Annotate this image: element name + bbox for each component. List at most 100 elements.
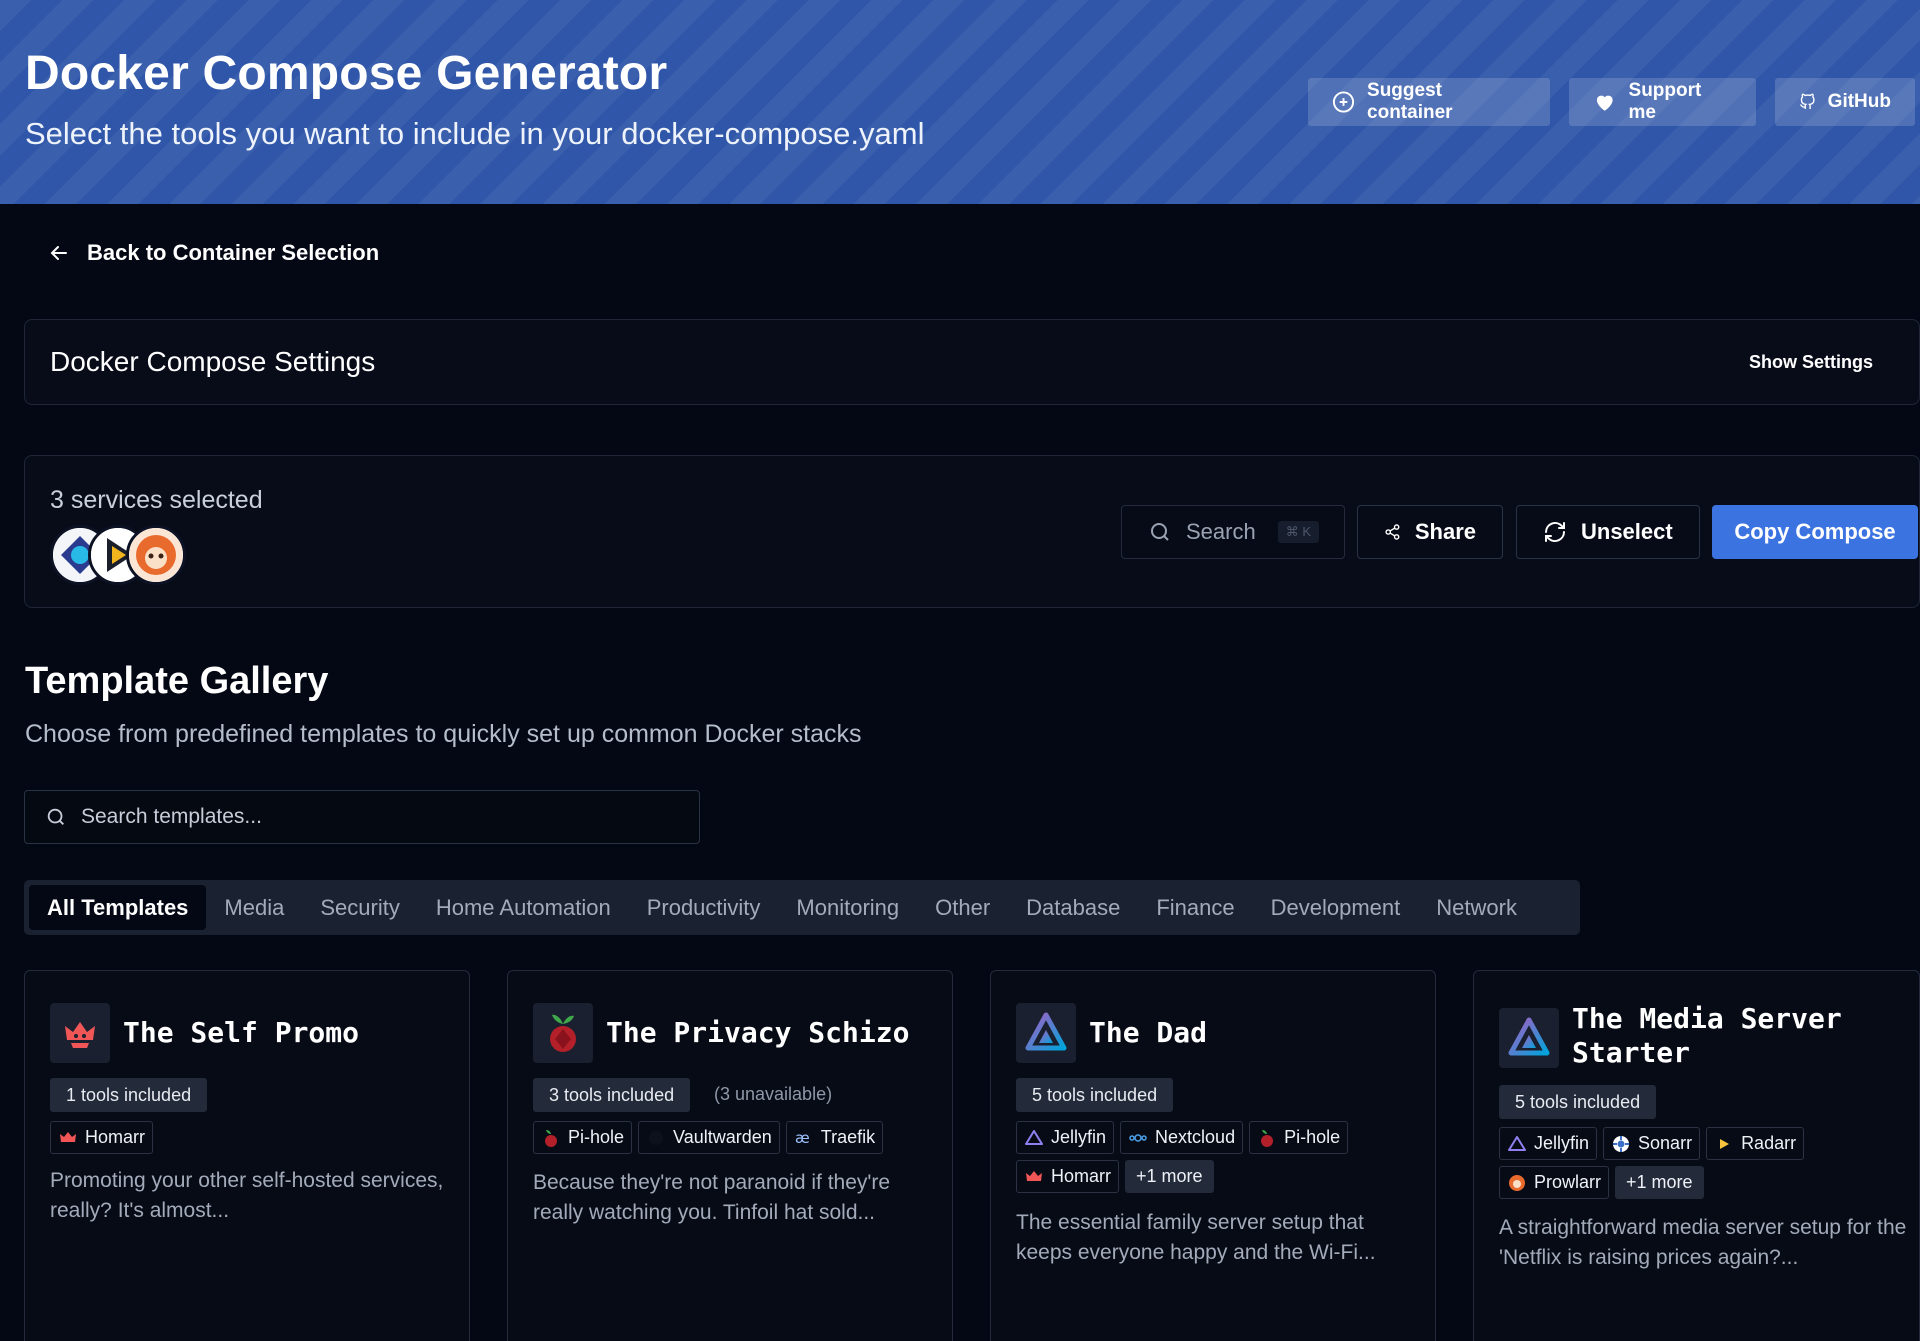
card-tools: Jellyfin Sonarr Radarr Prowlarr +1 more	[1499, 1127, 1909, 1199]
tab-finance[interactable]: Finance	[1138, 885, 1252, 930]
pihole-icon	[545, 1129, 557, 1147]
card-description: Promoting your other self-hosted service…	[50, 1169, 444, 1222]
support-me-button[interactable]: Support me	[1569, 78, 1756, 126]
tab-database[interactable]: Database	[1008, 885, 1138, 930]
selected-avatars	[50, 525, 190, 585]
search-label: Search	[1186, 519, 1256, 544]
card-icon	[1499, 1008, 1559, 1068]
vaultwarden-icon	[649, 1130, 664, 1145]
share-label: Share	[1414, 519, 1476, 544]
services-search-button[interactable]: Search ⌘ K	[1121, 505, 1345, 559]
show-settings-button[interactable]: Show Settings	[1749, 352, 1873, 373]
tab-other[interactable]: Other	[917, 885, 1008, 930]
tab-home-automation[interactable]: Home Automation	[418, 885, 629, 930]
template-card-self-promo[interactable]: The Self Promo 1 tools included Homarr P…	[24, 970, 470, 1341]
plus-circle-icon	[1332, 91, 1355, 113]
template-card-the-dad[interactable]: The Dad 5 tools included Jellyfin Nextcl…	[990, 970, 1436, 1341]
copy-compose-button[interactable]: Copy Compose	[1712, 505, 1918, 559]
tool-chip-pihole: Pi-hole	[533, 1121, 633, 1154]
tool-name: Prowlarr	[1534, 1172, 1602, 1192]
card-title: The Self Promo	[123, 1016, 360, 1049]
more-tools-badge: +1 more	[1615, 1166, 1704, 1199]
tool-name: Pi-hole	[568, 1127, 625, 1147]
tool-chip-jellyfin: Jellyfin	[1499, 1127, 1598, 1160]
tools-count-badge: 3 tools included	[533, 1078, 691, 1112]
back-label: Back to Container Selection	[87, 240, 380, 265]
github-label: GitHub	[1827, 91, 1891, 112]
card-description: The essential family server setup that k…	[1016, 1211, 1376, 1264]
tool-name: Jellyfin	[1051, 1127, 1107, 1147]
template-card-media-server-starter[interactable]: The Media Server Starter 5 tools include…	[1473, 970, 1920, 1341]
pihole-icon	[1261, 1129, 1274, 1147]
card-title: The Media Server Starter	[1572, 1002, 1842, 1070]
template-gallery-title: Template Gallery	[25, 660, 329, 702]
tab-network[interactable]: Network	[1418, 885, 1535, 930]
tab-development[interactable]: Development	[1253, 885, 1419, 930]
card-icon	[533, 1003, 593, 1063]
more-tools-badge: +1 more	[1125, 1160, 1214, 1193]
suggest-container-button[interactable]: Suggest container	[1308, 78, 1550, 126]
svg-text:æ: æ	[795, 1129, 810, 1147]
tool-chip-prowlarr: Prowlarr	[1499, 1166, 1610, 1199]
tool-chip-homarr: Homarr	[50, 1121, 154, 1154]
services-selected-count: 3 services selected	[50, 486, 263, 514]
tool-name: Radarr	[1741, 1133, 1797, 1153]
sonarr-icon	[1613, 1135, 1630, 1152]
back-to-selection-link[interactable]: Back to Container Selection	[47, 240, 379, 266]
template-card-privacy-schizo[interactable]: The Privacy Schizo 3 tools included (3 u…	[507, 970, 953, 1341]
arrow-left-icon	[50, 246, 67, 260]
card-title: The Dad	[1089, 1016, 1208, 1049]
tool-name: Traefik	[820, 1127, 876, 1147]
card-tools: Pi-hole Vaultwarden æ Traefik	[533, 1121, 943, 1154]
tool-name: Jellyfin	[1534, 1133, 1590, 1153]
tool-chip-nextcloud: Nextcloud	[1120, 1121, 1244, 1154]
tab-monitoring[interactable]: Monitoring	[778, 885, 917, 930]
prowlarr-logo-icon	[129, 528, 183, 582]
app-title: Docker Compose Generator	[25, 47, 668, 100]
tools-count-badge: 1 tools included	[50, 1078, 208, 1112]
unavailable-note: (3 unavailable)	[714, 1084, 833, 1104]
jellyfin-icon	[1508, 1135, 1526, 1151]
homarr-icon	[1026, 1170, 1042, 1181]
tool-name: Homarr	[85, 1127, 146, 1147]
share-button[interactable]: Share	[1357, 505, 1503, 559]
card-description: A straightforward media server setup for…	[1499, 1216, 1907, 1269]
radarr-icon	[1720, 1138, 1730, 1149]
template-gallery-subtitle: Choose from predefined templates to quic…	[25, 720, 862, 748]
tool-chip-radarr: Radarr	[1706, 1127, 1805, 1160]
tab-security[interactable]: Security	[302, 885, 417, 930]
tool-chip-sonarr: Sonarr	[1603, 1127, 1701, 1160]
page-header: Docker Compose Generator Select the tool…	[0, 0, 1920, 204]
tool-chip-pihole: Pi-hole	[1249, 1121, 1349, 1154]
selection-bar: 3 services selected Search ⌘ K Share Uns…	[24, 455, 1920, 608]
card-description: Because they're not paranoid if they're …	[533, 1171, 891, 1224]
tab-all-templates[interactable]: All Templates	[29, 885, 207, 930]
refresh-icon	[1545, 522, 1565, 542]
homarr-icon	[60, 1131, 76, 1142]
nextcloud-icon	[1129, 1133, 1147, 1142]
tool-name: Homarr	[1051, 1166, 1112, 1186]
card-title-line: The Media Server	[1572, 1002, 1842, 1035]
suggest-container-label: Suggest container	[1367, 80, 1453, 123]
tab-productivity[interactable]: Productivity	[629, 885, 779, 930]
tab-media[interactable]: Media	[206, 885, 302, 930]
tool-chip-homarr: Homarr	[1016, 1160, 1120, 1193]
support-me-label: Support me	[1628, 80, 1702, 123]
tool-chip-jellyfin: Jellyfin	[1016, 1121, 1115, 1154]
unselect-button[interactable]: Unselect	[1516, 505, 1700, 559]
card-tools: Jellyfin Nextcloud Pi-hole Homarr +1 mor…	[1016, 1121, 1426, 1193]
search-icon	[1151, 523, 1169, 541]
github-icon	[1800, 93, 1815, 109]
traefik-icon: æ	[795, 1129, 810, 1147]
github-button[interactable]: GitHub	[1775, 78, 1915, 126]
template-search-field[interactable]: Search templates...	[24, 790, 700, 844]
tool-name: Pi-hole	[1284, 1127, 1341, 1147]
search-shortcut: ⌘ K	[1277, 521, 1320, 543]
prowlarr-icon	[1509, 1174, 1525, 1191]
compose-settings-panel: Docker Compose Settings Show Settings	[24, 319, 1920, 405]
prowlarr-avatar[interactable]	[126, 525, 186, 585]
tool-name: Vaultwarden	[673, 1127, 772, 1147]
homarr-icon	[65, 1022, 95, 1048]
card-icon	[1016, 1003, 1076, 1063]
app-subtitle: Select the tools you want to include in …	[25, 116, 925, 151]
